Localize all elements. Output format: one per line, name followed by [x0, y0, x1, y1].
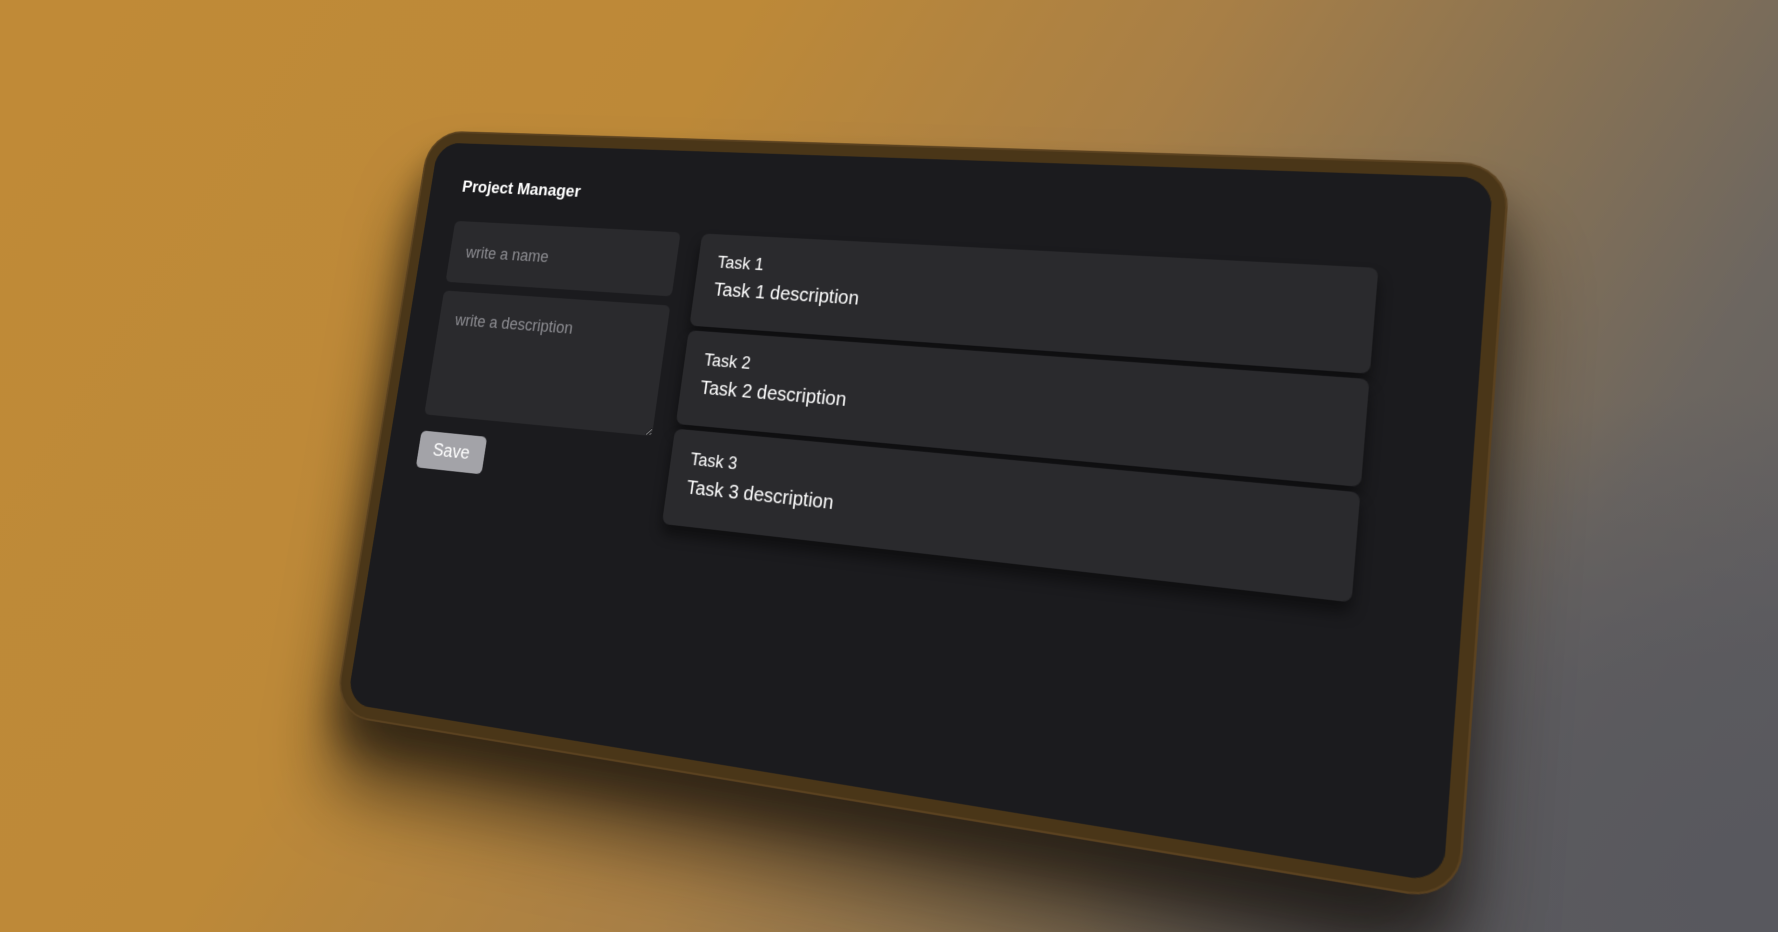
task-description-textarea[interactable]	[424, 290, 670, 436]
task-list: Task 1 Task 1 description Task 2 Task 2 …	[661, 233, 1378, 608]
device-frame: Project Manager Save Task 1 Task 1 descr…	[336, 132, 1509, 900]
save-button[interactable]: Save	[416, 430, 487, 474]
task-form: Save	[416, 221, 681, 492]
app-window: Project Manager Save Task 1 Task 1 descr…	[347, 143, 1493, 883]
task-name-input[interactable]	[446, 221, 681, 297]
background-stage: Project Manager Save Task 1 Task 1 descr…	[0, 0, 1778, 932]
page-title: Project Manager	[461, 178, 582, 202]
